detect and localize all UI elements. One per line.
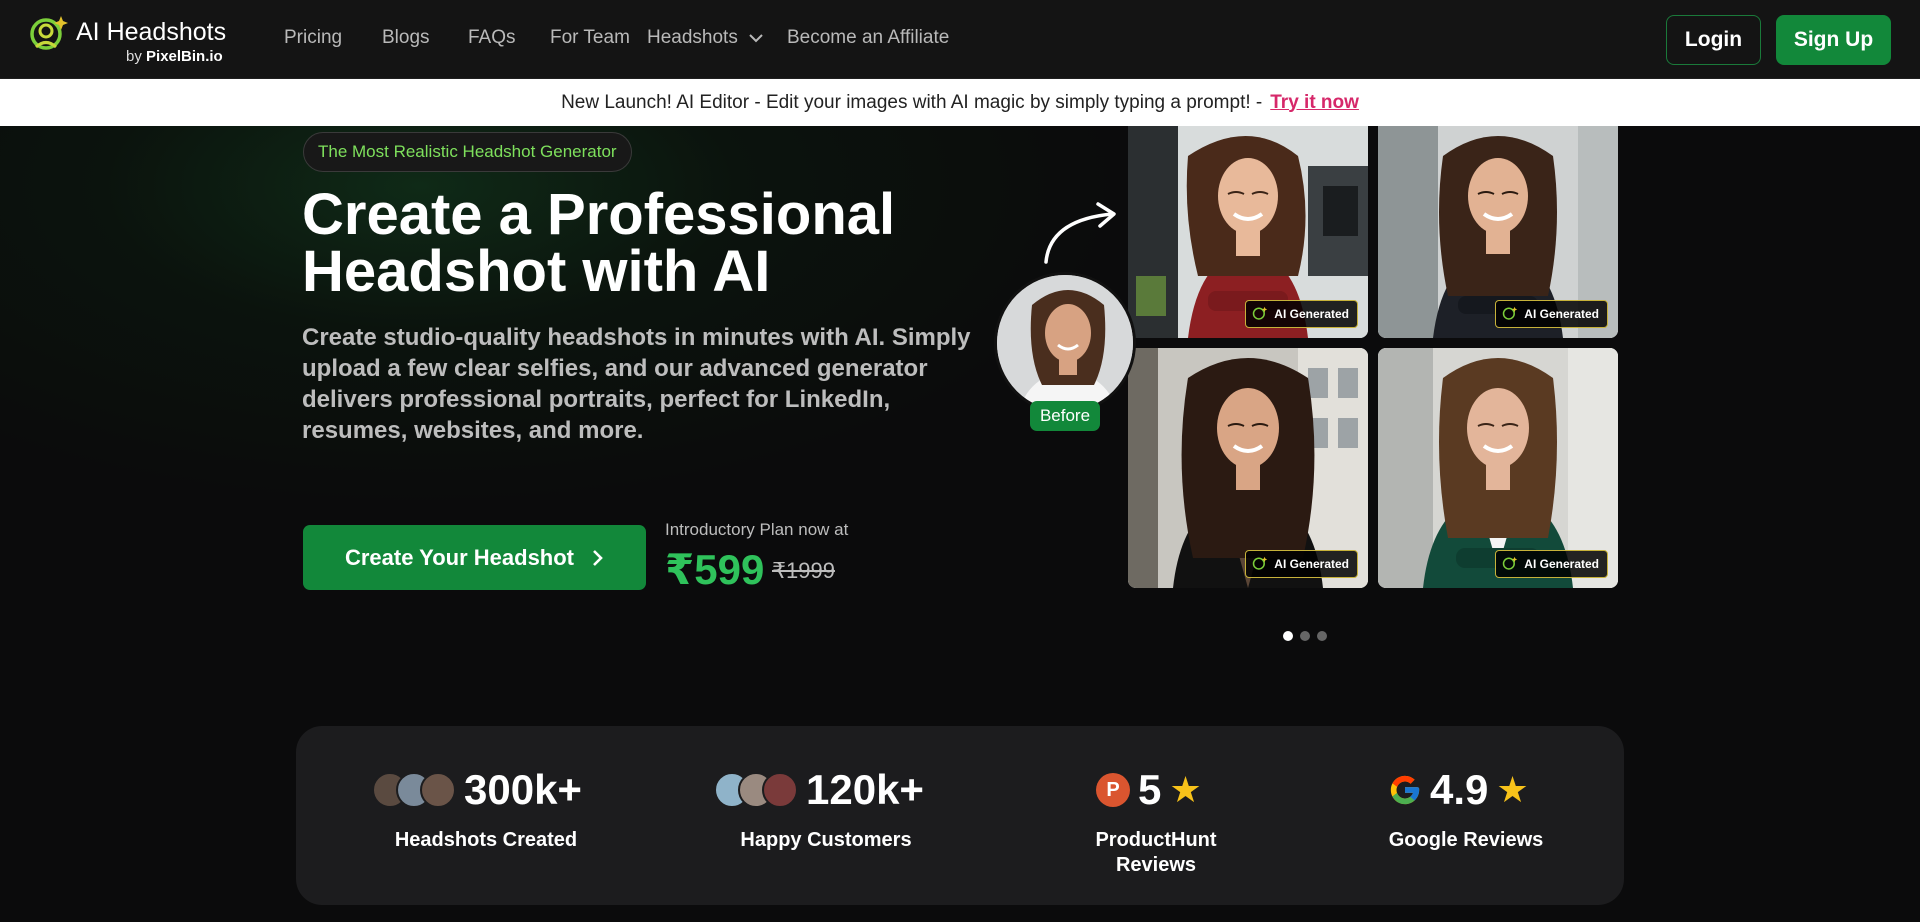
ai-headshot-1: AI Generated [1128, 126, 1368, 338]
stat-value: 300k+ [464, 766, 582, 813]
nav-link-for-team[interactable]: For Team [550, 27, 630, 49]
logo-icon [1503, 306, 1518, 320]
try-it-now-link[interactable]: Try it now [1270, 92, 1359, 114]
carousel-dots [1283, 631, 1327, 641]
carousel-dot-3[interactable] [1317, 631, 1327, 641]
stat-label: Google Reviews [1388, 829, 1544, 851]
brand-byline: by PixelBin.io [126, 48, 223, 65]
star-icon: ★ [1169, 769, 1202, 810]
producthunt-icon: P [1096, 773, 1130, 807]
nav-link-faqs[interactable]: FAQs [468, 27, 516, 49]
brand-logo[interactable]: AI Headshots by PixelBin.io [28, 12, 228, 68]
logo-icon [1253, 556, 1268, 570]
top-navbar: AI Headshots by PixelBin.io Pricing Blog… [0, 0, 1920, 79]
hero-tag: The Most Realistic Headshot Generator [303, 132, 632, 172]
avatar [420, 772, 456, 808]
stat-label: Happy Customers [740, 829, 912, 851]
carousel-dot-2[interactable] [1300, 631, 1310, 641]
stat-producthunt: P 5 ★ ProductHunt Reviews [1006, 726, 1306, 905]
chevron-down-icon [749, 34, 763, 43]
ai-generated-badge: AI Generated [1495, 550, 1608, 578]
price: ₹599 [665, 546, 765, 593]
brand-title: AI Headshots [76, 18, 227, 46]
logo-icon [30, 16, 68, 50]
ai-generated-badge: AI Generated [1495, 300, 1608, 328]
ai-headshot-3: AI Generated [1128, 348, 1368, 588]
google-icon [1390, 775, 1420, 805]
stat-headshots: 300k+ Headshots Created [336, 726, 636, 905]
logo-icon [1253, 306, 1268, 320]
nav-link-blogs[interactable]: Blogs [382, 27, 430, 49]
ai-generated-badge: AI Generated [1245, 300, 1358, 328]
hero-headline: Create a Professional Headshot with AI [302, 182, 896, 304]
curved-arrow-icon [1044, 202, 1116, 264]
ai-headshot-4: AI Generated [1378, 348, 1618, 588]
stat-label: Headshots Created [394, 829, 578, 851]
logo-icon [1503, 556, 1518, 570]
stat-value: 120k+ [806, 766, 924, 813]
nav-link-pricing[interactable]: Pricing [284, 27, 342, 49]
signup-button[interactable]: Sign Up [1776, 15, 1891, 65]
stat-value: 4.9 [1430, 766, 1489, 813]
hero-subcopy: Create studio-quality headshots in minut… [302, 324, 971, 444]
ai-headshot-2: AI Generated [1378, 126, 1618, 338]
stat-label: ProductHunt Reviews [1095, 829, 1217, 876]
create-headshot-button[interactable]: Create Your Headshot [303, 525, 646, 590]
stats-panel: 300k+ Headshots Created 120k+ Happy Cust… [296, 726, 1624, 905]
login-button[interactable]: Login [1666, 15, 1761, 65]
announcement-text: New Launch! AI Editor - Edit your images… [561, 91, 1263, 113]
nav-link-affiliate[interactable]: Become an Affiliate [787, 27, 949, 49]
announcement-bar: New Launch! AI Editor - Edit your images… [0, 79, 1920, 126]
ai-generated-badge: AI Generated [1245, 550, 1358, 578]
intro-plan-label: Introductory Plan now at [665, 520, 849, 539]
before-selfie [994, 272, 1136, 414]
price-old: ₹1999 [772, 558, 835, 583]
stat-value: 5 [1138, 766, 1162, 813]
chevron-right-icon [593, 549, 603, 566]
avatar [762, 772, 798, 808]
avatar-group [372, 772, 456, 808]
nav-link-headshots-dropdown[interactable]: Headshots [647, 27, 764, 49]
star-icon: ★ [1496, 769, 1529, 810]
stat-google: 4.9 ★ Google Reviews [1316, 726, 1616, 905]
before-label: Before [1030, 401, 1100, 431]
carousel-dot-1[interactable] [1283, 631, 1293, 641]
avatar-group [714, 772, 798, 808]
stat-customers: 120k+ Happy Customers [676, 726, 976, 905]
